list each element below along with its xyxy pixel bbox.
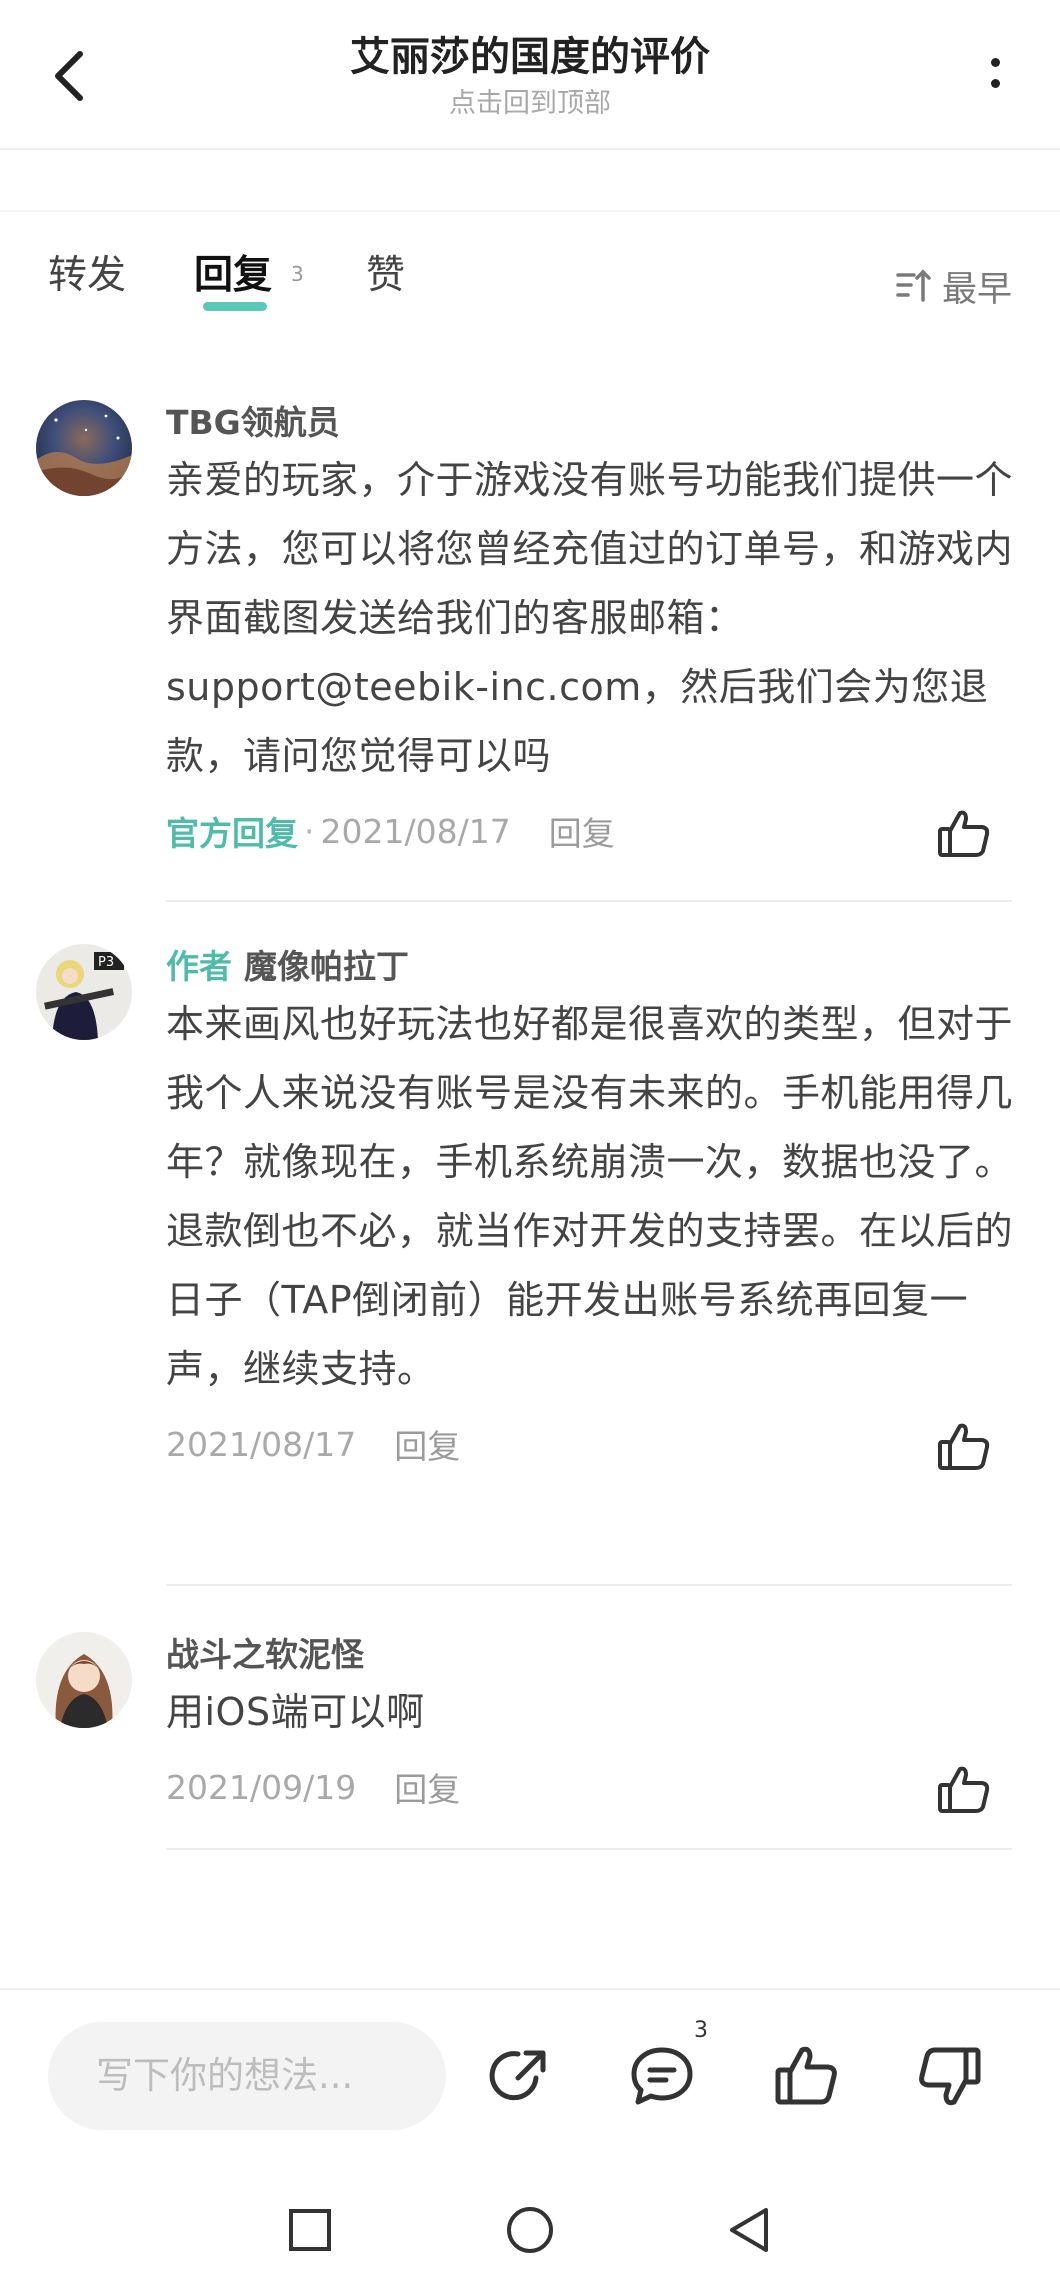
system-back-button[interactable] xyxy=(720,2200,780,2260)
reply-button[interactable]: 回复 xyxy=(394,1420,460,1468)
comment-author[interactable]: 战斗之软泥怪 xyxy=(166,1632,1016,1678)
svg-text:P3: P3 xyxy=(98,955,114,970)
system-navigation-bar xyxy=(0,2180,1060,2283)
header-spacer xyxy=(0,152,1060,212)
tab-reply-label: 回复 xyxy=(194,253,273,298)
comment-input[interactable]: 写下你的想法... xyxy=(48,2022,446,2130)
back-button[interactable] xyxy=(40,36,100,116)
comment-count-badge: 3 xyxy=(694,2018,708,2043)
comment-date: 2021/09/19 xyxy=(166,1767,357,1807)
like-post-button[interactable] xyxy=(770,2040,842,2112)
comment-author[interactable]: 作者 魔像帕拉丁 xyxy=(166,944,1016,990)
share-button[interactable] xyxy=(484,2040,556,2112)
comment-text: 亲爱的玩家，介于游戏没有账号功能我们提供一个方法，您可以将您曾经充值过的订单号，… xyxy=(166,458,1014,778)
comment-body: 作者 魔像帕拉丁 本来画风也好玩法也好都是很喜欢的类型，但对于我个人来说没有账号是… xyxy=(166,944,1016,1474)
triangle-back-icon xyxy=(730,2208,768,2252)
tab-reply-count: 3 xyxy=(291,262,304,286)
comment-meta: 2021/08/17 回复 xyxy=(166,1414,1016,1474)
thumbs-down-icon xyxy=(919,2047,981,2106)
top-header: 艾丽莎的国度的评价 点击回到顶部 xyxy=(0,0,1060,150)
sort-icon xyxy=(896,269,931,302)
more-options-button[interactable] xyxy=(970,46,1020,106)
comment-body: 战斗之软泥怪 用iOS端可以啊 2021/09/19 回复 xyxy=(166,1632,1016,1817)
avatar[interactable]: P3 xyxy=(36,944,132,1040)
dislike-post-button[interactable] xyxy=(914,2040,986,2112)
comment-bubble-icon xyxy=(631,2047,693,2105)
tab-forward[interactable]: 转发 xyxy=(48,246,126,306)
like-button[interactable] xyxy=(936,807,992,859)
comment-divider xyxy=(166,1848,1012,1850)
avatar-image xyxy=(36,400,132,496)
author-name: TBG领航员 xyxy=(166,403,340,442)
comment-date: 2021/08/17 xyxy=(320,811,511,851)
comment-date: 2021/08/17 xyxy=(166,1424,357,1464)
comment-text: 用iOS端可以啊 xyxy=(166,1690,425,1734)
title-block[interactable]: 艾丽莎的国度的评价 点击回到顶部 xyxy=(180,28,880,122)
separator-dot: · xyxy=(304,811,315,851)
avatar-image: P3 xyxy=(36,944,132,1040)
comments-button[interactable] xyxy=(626,2040,698,2112)
more-dot-icon xyxy=(990,58,1000,67)
comment-divider xyxy=(166,1584,1012,1586)
more-dot-icon xyxy=(990,79,1000,88)
thumbs-up-icon xyxy=(938,1423,990,1470)
tab-reply[interactable]: 回复 3 xyxy=(194,246,304,306)
comment-author[interactable]: TBG领航员 xyxy=(166,400,1016,446)
square-icon xyxy=(289,2209,331,2251)
review-detail-page: 艾丽莎的国度的评价 点击回到顶部 转发 回复 3 赞 最早 TBG领航员 亲爱的… xyxy=(0,0,1060,2283)
author-name: 战斗之软泥怪 xyxy=(166,1635,364,1674)
chevron-left-icon xyxy=(55,51,83,101)
author-name: 魔像帕拉丁 xyxy=(244,947,409,986)
sort-button[interactable]: 最早 xyxy=(894,261,1012,311)
share-icon xyxy=(489,2050,546,2101)
recent-apps-button[interactable] xyxy=(280,2200,340,2260)
official-reply-badge: 官方回复 xyxy=(166,814,298,853)
comment-divider xyxy=(166,900,1012,902)
avatar-image xyxy=(36,1632,132,1728)
page-title: 艾丽莎的国度的评价 xyxy=(350,34,710,80)
active-tab-indicator xyxy=(203,302,267,311)
comment-text: 本来画风也好玩法也好都是很喜欢的类型，但对于我个人来说没有账号是没有未来的。手机… xyxy=(166,1002,1014,1391)
avatar[interactable] xyxy=(36,1632,132,1728)
like-button[interactable] xyxy=(936,1420,992,1472)
comment-meta: 官方回复 · 2021/08/17 回复 xyxy=(166,801,1016,861)
avatar[interactable] xyxy=(36,400,132,496)
comment-body: TBG领航员 亲爱的玩家，介于游戏没有账号功能我们提供一个方法，您可以将您曾经充… xyxy=(166,400,1016,861)
thumbs-up-icon xyxy=(938,810,990,857)
sort-label: 最早 xyxy=(941,269,1012,310)
thumbs-up-icon xyxy=(938,1766,990,1813)
home-button[interactable] xyxy=(500,2200,560,2260)
reply-button[interactable]: 回复 xyxy=(394,1763,460,1811)
tab-like[interactable]: 赞 xyxy=(366,246,405,306)
comment-meta: 2021/09/19 回复 xyxy=(166,1757,1016,1817)
scroll-to-top-hint: 点击回到顶部 xyxy=(449,88,611,119)
circle-icon xyxy=(507,2207,553,2253)
thumbs-up-icon xyxy=(775,2046,837,2105)
like-button[interactable] xyxy=(936,1763,992,1815)
author-badge: 作者 xyxy=(166,947,232,986)
reply-button[interactable]: 回复 xyxy=(549,807,615,855)
